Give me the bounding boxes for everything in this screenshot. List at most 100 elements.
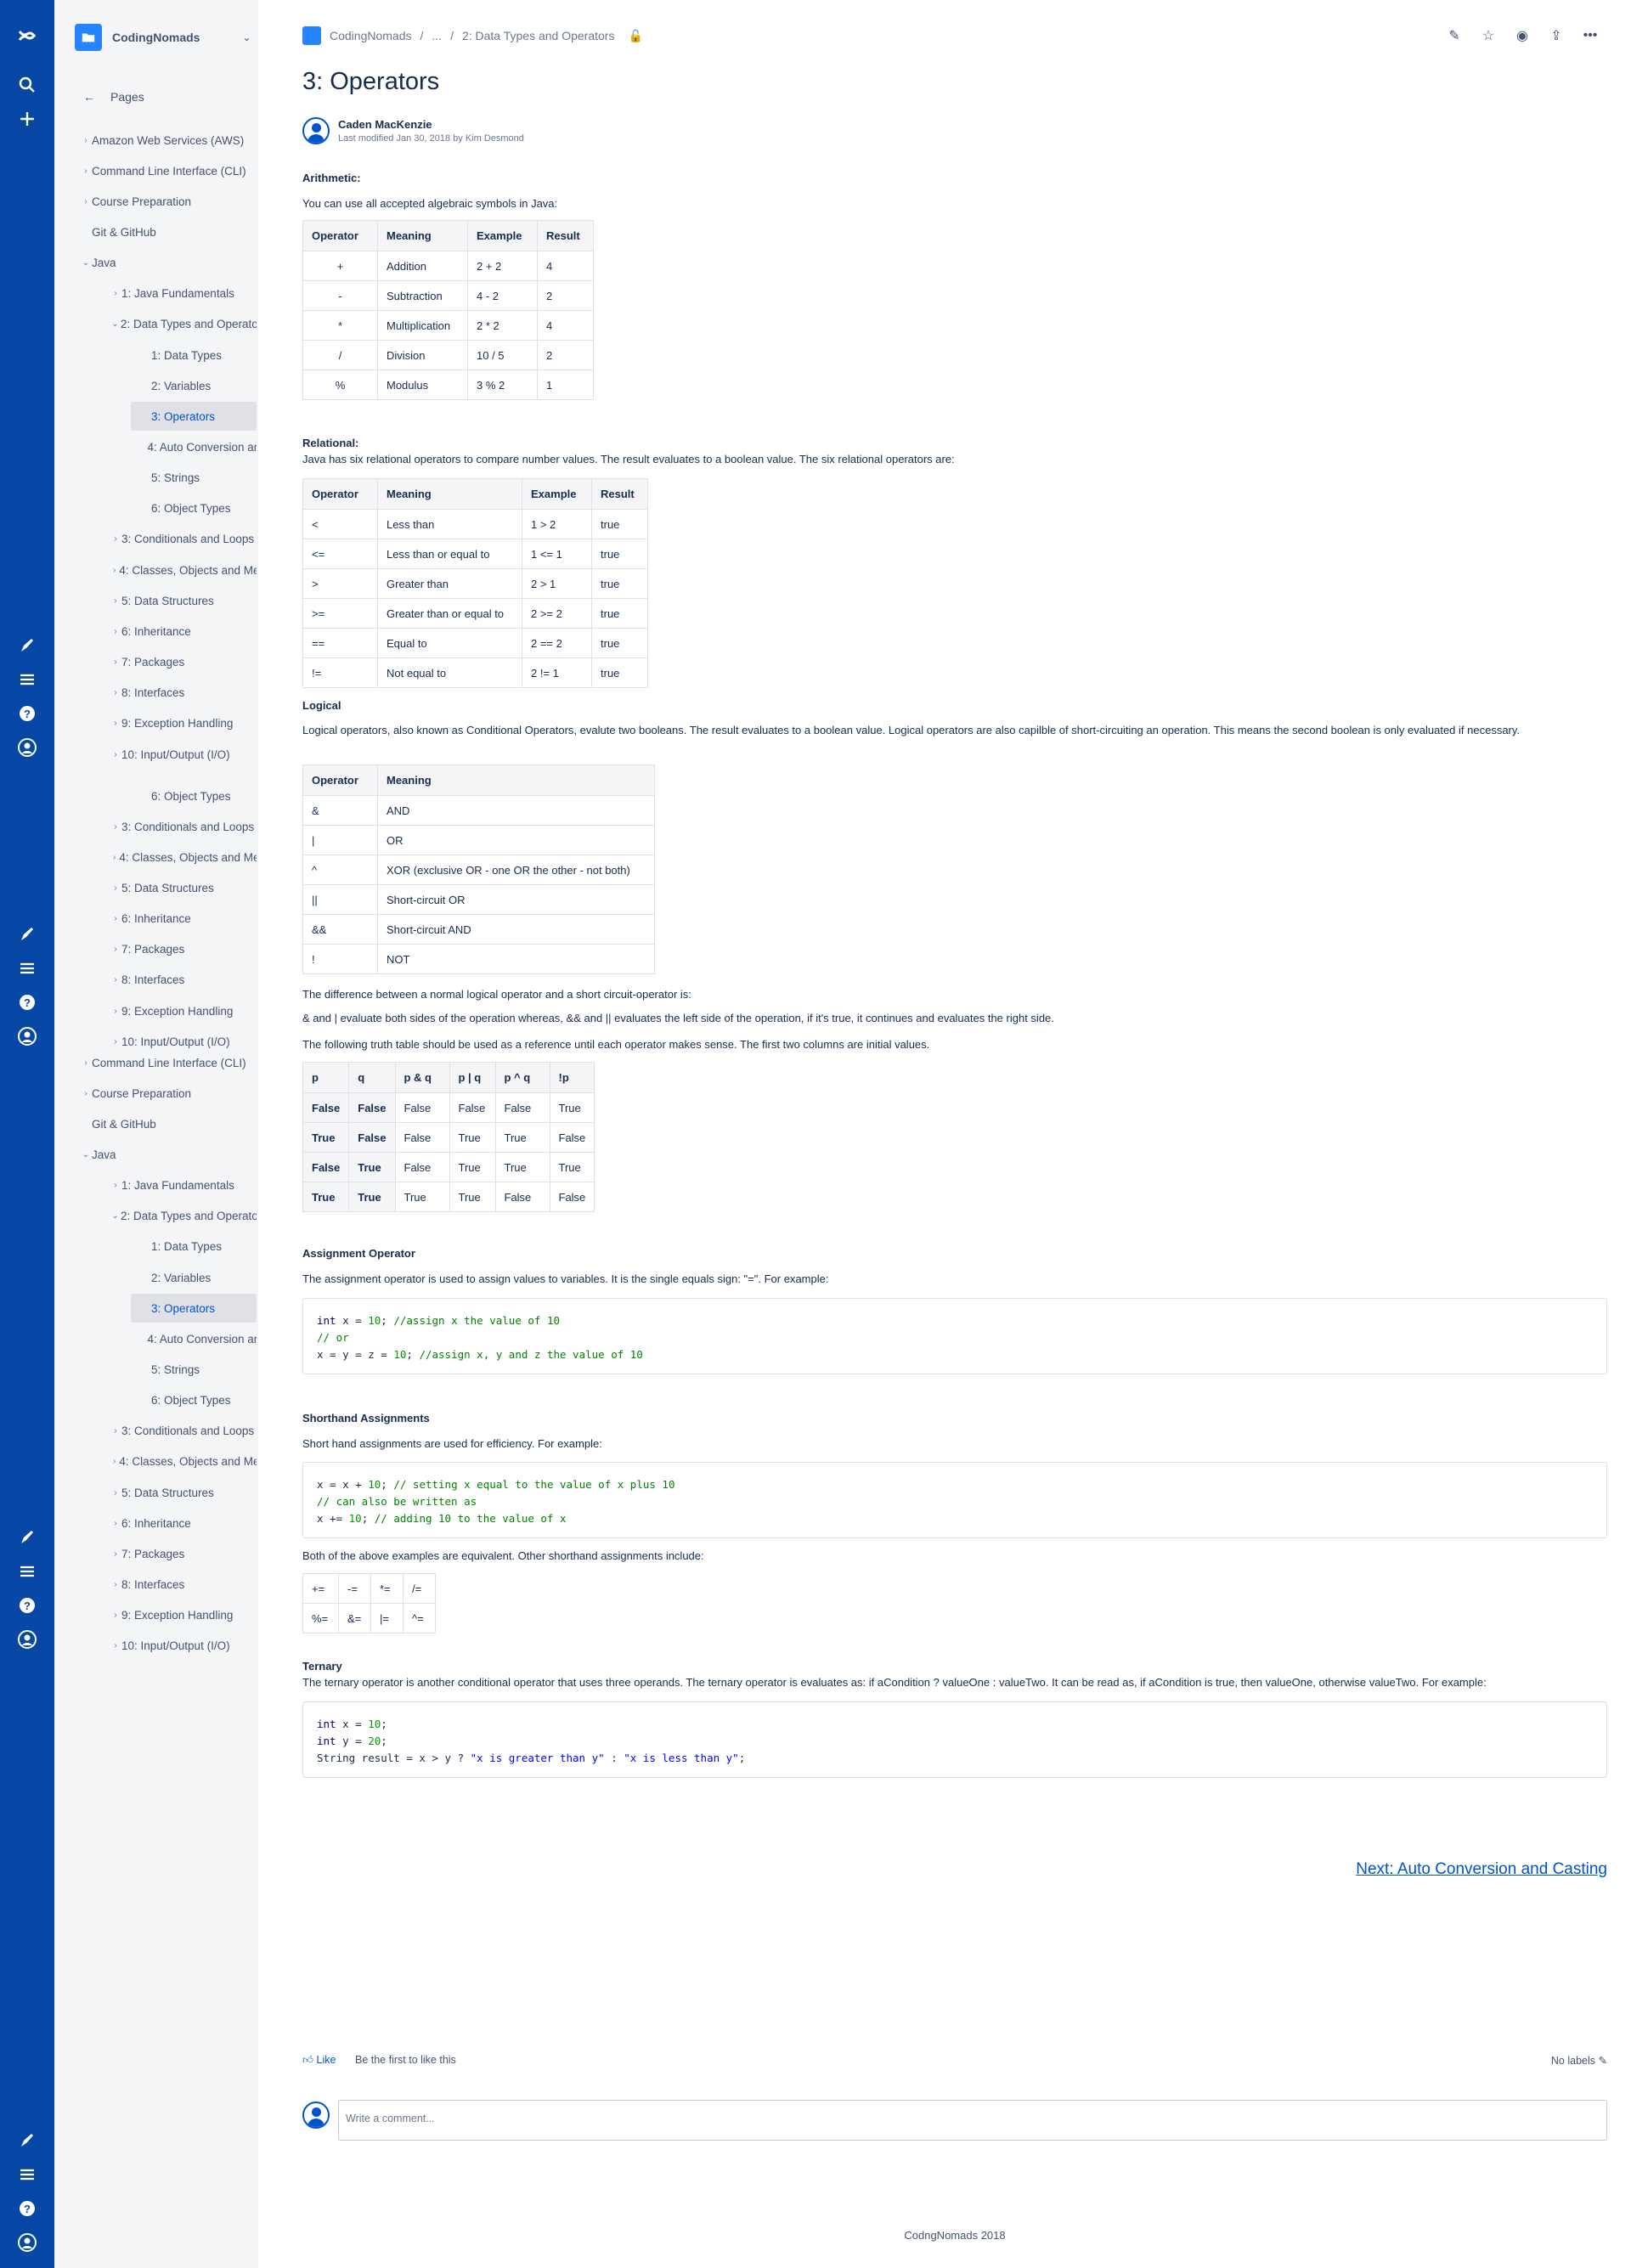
sidebar-tree-item[interactable]: › 7: Packages xyxy=(54,935,257,964)
sidebar-tree-item[interactable]: › Command Line Interface (CLI) xyxy=(54,156,257,185)
chevron-right-icon[interactable]: › xyxy=(110,1037,121,1047)
sidebar-tree-item[interactable]: 3: Operators xyxy=(131,402,257,432)
sidebar-tree-item[interactable]: › Course Preparation xyxy=(54,187,257,216)
sidebar-tree-item[interactable]: › 5: Data Structures xyxy=(54,873,257,902)
sidebar-tree-item[interactable]: › 3: Conditionals and Loops xyxy=(54,1417,257,1446)
search-icon[interactable] xyxy=(15,73,39,97)
sidebar-tree-item[interactable]: 6: Object Types xyxy=(54,781,257,810)
chevron-right-icon[interactable]: › xyxy=(110,1457,119,1466)
rocket-icon[interactable] xyxy=(15,922,39,946)
chevron-right-icon[interactable]: › xyxy=(110,1181,121,1190)
chevron-right-icon[interactable]: › xyxy=(110,1426,121,1436)
chevron-right-icon[interactable]: › xyxy=(110,289,121,298)
confluence-logo-icon[interactable] xyxy=(15,24,39,48)
pages-back-link[interactable]: ← Pages xyxy=(83,90,144,104)
sidebar-tree-item[interactable]: 3: Operators xyxy=(131,1294,257,1323)
chevron-right-icon[interactable]: › xyxy=(110,566,119,575)
breadcrumb-parent[interactable]: 2: Data Types and Operators xyxy=(462,29,615,42)
sidebar-tree-item[interactable]: › 3: Conditionals and Loops xyxy=(54,812,257,841)
sidebar-tree-item[interactable]: › 5: Data Structures xyxy=(54,1478,257,1507)
sidebar-tree-item[interactable]: ⌄ Java xyxy=(54,1140,257,1169)
chevron-right-icon[interactable]: › xyxy=(110,945,121,954)
last-modified[interactable]: Last modified Jan 30, 2018 by Kim Desmon… xyxy=(338,133,524,144)
sidebar-tree-item[interactable]: 2: Variables xyxy=(54,1263,257,1292)
sidebar-tree-item[interactable]: › 1: Java Fundamentals xyxy=(54,279,257,308)
sidebar-tree-item[interactable]: › 8: Interfaces xyxy=(54,966,257,995)
shorthand-code-block[interactable]: x = x + 10; // setting x equal to the va… xyxy=(302,1462,1607,1538)
chevron-right-icon[interactable]: › xyxy=(110,534,121,544)
chevron-right-icon[interactable]: › xyxy=(110,1519,121,1528)
chevron-right-icon[interactable]: › xyxy=(110,914,121,923)
chevron-down-icon[interactable]: ⌄ xyxy=(110,1211,121,1221)
sidebar-tree-item[interactable]: › 6: Inheritance xyxy=(54,617,257,646)
chevron-right-icon[interactable]: › xyxy=(110,1549,121,1559)
chevron-right-icon[interactable]: › xyxy=(110,822,121,832)
breadcrumb-ellipsis[interactable]: ... xyxy=(432,29,442,42)
menu-icon[interactable] xyxy=(15,1560,39,1583)
sidebar-tree-item[interactable]: 5: Strings xyxy=(54,1356,257,1385)
chevron-right-icon[interactable]: › xyxy=(110,1580,121,1589)
sidebar-tree-item[interactable]: › 5: Data Structures xyxy=(54,586,257,615)
rocket-icon[interactable] xyxy=(15,634,39,657)
profile-icon[interactable] xyxy=(15,736,39,759)
chevron-down-icon[interactable]: ⌄ xyxy=(110,319,121,329)
sidebar-tree-item[interactable]: ⌄ Java xyxy=(54,249,257,278)
profile-icon[interactable] xyxy=(15,1024,39,1048)
sidebar-tree-item[interactable]: 6: Object Types xyxy=(54,494,257,523)
avatar[interactable] xyxy=(302,117,330,144)
chevron-right-icon[interactable]: › xyxy=(110,1488,121,1498)
ternary-code-block[interactable]: int x = 10; int y = 20; String result = … xyxy=(302,1701,1607,1778)
chevron-down-icon[interactable]: ⌄ xyxy=(242,31,251,43)
like-button[interactable]: 👍︎ Like xyxy=(302,2054,336,2067)
help-icon[interactable]: ? xyxy=(15,1594,39,1617)
sidebar-tree-item[interactable]: › 9: Exception Handling xyxy=(54,996,257,1025)
sidebar-tree-item[interactable]: › 8: Interfaces xyxy=(54,1571,257,1599)
edit-labels-icon[interactable]: ✎ xyxy=(1599,2055,1607,2067)
chevron-right-icon[interactable]: › xyxy=(110,596,121,606)
profile-icon[interactable] xyxy=(15,1628,39,1651)
sidebar-tree-item[interactable]: › 10: Input/Output (I/O) xyxy=(54,1632,257,1661)
assignment-code-block[interactable]: int x = 10; //assign x the value of 10 /… xyxy=(302,1298,1607,1374)
chevron-right-icon[interactable]: › xyxy=(80,166,92,176)
chevron-right-icon[interactable]: › xyxy=(80,197,92,206)
star-icon[interactable]: ☆ xyxy=(1471,25,1505,46)
edit-icon[interactable]: ✎ xyxy=(1437,25,1471,46)
chevron-right-icon[interactable]: › xyxy=(110,719,121,728)
sidebar-tree-item[interactable]: › 9: Exception Handling xyxy=(54,1601,257,1630)
sidebar-tree-item[interactable]: › 8: Interfaces xyxy=(54,679,257,708)
sidebar-tree-item[interactable]: › Course Preparation xyxy=(54,1079,257,1108)
sidebar-tree-item[interactable]: Git & GitHub xyxy=(54,1109,257,1138)
chevron-right-icon[interactable]: › xyxy=(110,1611,121,1620)
profile-icon[interactable] xyxy=(15,2231,39,2254)
sidebar-tree-item[interactable]: ›4: Classes, Objects and Methods xyxy=(54,843,257,872)
chevron-right-icon[interactable]: › xyxy=(110,627,121,636)
chevron-right-icon[interactable]: › xyxy=(110,688,121,697)
sidebar-tree-item[interactable]: › 7: Packages xyxy=(54,648,257,677)
sidebar-tree-item[interactable]: ⌄ 2: Data Types and Operators xyxy=(54,1202,257,1231)
menu-icon[interactable] xyxy=(15,668,39,691)
author-name[interactable]: Caden MacKenzie xyxy=(338,118,524,131)
menu-icon[interactable] xyxy=(15,956,39,980)
sidebar-tree-item[interactable]: 1: Data Types xyxy=(54,1233,257,1261)
next-page-link[interactable]: Next: Auto Conversion and Casting xyxy=(1356,1860,1607,1879)
rocket-icon[interactable] xyxy=(15,1526,39,1549)
share-icon[interactable]: ⇪ xyxy=(1539,25,1573,46)
chevron-down-icon[interactable]: ⌄ xyxy=(80,258,92,268)
sidebar-tree-item[interactable]: › 7: Packages xyxy=(54,1539,257,1568)
sidebar-tree-item[interactable]: 1: Data Types xyxy=(54,341,257,370)
chevron-down-icon[interactable]: ⌄ xyxy=(80,1150,92,1159)
chevron-right-icon[interactable]: › xyxy=(110,883,121,893)
chevron-right-icon[interactable]: › xyxy=(110,657,121,667)
chevron-right-icon[interactable]: › xyxy=(80,136,92,145)
sidebar-tree-item[interactable]: ⌄ 2: Data Types and Operators xyxy=(54,310,257,339)
sidebar-tree-item[interactable]: 5: Strings xyxy=(54,464,257,493)
breadcrumb-space[interactable]: CodingNomads xyxy=(330,29,412,42)
help-icon[interactable]: ? xyxy=(15,990,39,1014)
sidebar-tree-item[interactable]: › 1: Java Fundamentals xyxy=(54,1171,257,1200)
sidebar-tree-item[interactable]: ›4: Classes, Objects and Methods xyxy=(54,556,257,584)
space-header[interactable]: CodingNomads ⌄ xyxy=(75,24,251,51)
chevron-right-icon[interactable]: › xyxy=(110,1641,121,1650)
comment-input[interactable]: Write a comment... xyxy=(338,2100,1607,2141)
sidebar-tree-item[interactable]: Git & GitHub xyxy=(54,217,257,246)
rocket-icon[interactable] xyxy=(15,2129,39,2152)
